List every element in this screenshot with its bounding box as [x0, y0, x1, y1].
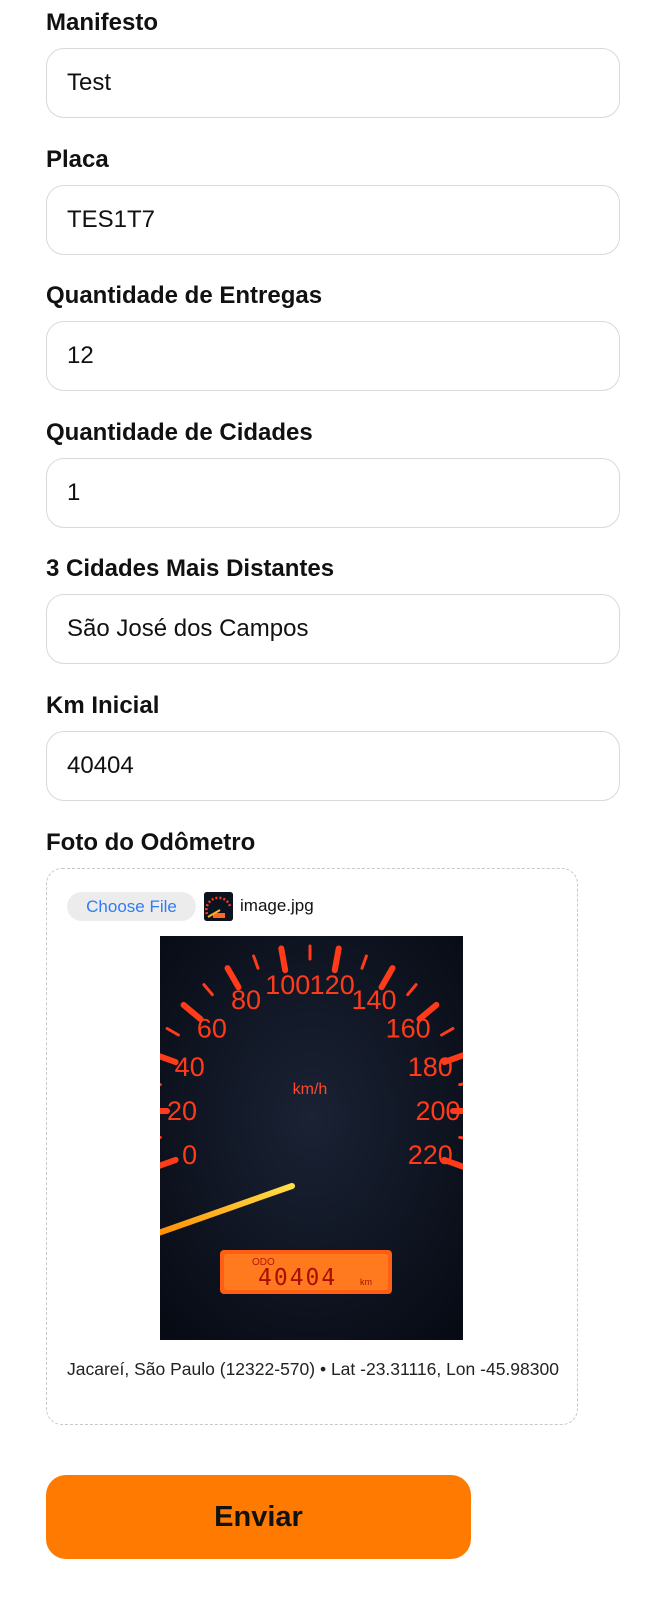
entregas-label: Quantidade de Entregas — [46, 282, 323, 309]
odometer-photo: 0 20 40 60 80 100 120 140 160 180 200 220 km/h ODO … — [160, 936, 463, 1340]
submit-button[interactable]: Enviar — [46, 1475, 471, 1559]
cidades-distantes-label: 3 Cidades Mais Distantes — [46, 555, 335, 582]
speedometer-unit: km/h — [293, 1081, 328, 1098]
manifesto-input[interactable]: Test — [46, 48, 620, 118]
speed-tick-label: 20 — [167, 1096, 197, 1126]
km-inicial-label: Km Inicial — [46, 692, 160, 719]
speed-tick-label: 200 — [415, 1096, 460, 1126]
speed-tick-label: 220 — [408, 1140, 453, 1170]
cidades-distantes-value: São José dos Campos — [67, 615, 309, 642]
entregas-value: 12 — [67, 342, 94, 369]
choose-file-button[interactable]: Choose File — [67, 892, 196, 921]
manifesto-value: Test — [67, 69, 112, 96]
speed-tick-mark — [331, 945, 342, 974]
speed-tick-label: 0 — [182, 1140, 197, 1170]
manifesto-label: Manifesto — [46, 9, 159, 36]
speed-tick-label: 160 — [386, 1014, 431, 1044]
photo-upload-area[interactable]: Choose File image.jpg 0 20 40 60 80 100 … — [46, 868, 578, 1425]
cidades-input[interactable]: 1 — [46, 458, 620, 528]
speed-tick-mark — [278, 945, 289, 974]
speedometer-image: 020406080100 120140160180200220 km/h ODO … — [160, 936, 463, 1340]
file-name: image.jpg — [240, 896, 314, 915]
odometer-reading: 40404 — [258, 1265, 337, 1291]
speed-tick-label: 100 — [265, 970, 310, 1000]
speed-tick-label: 180 — [408, 1052, 453, 1082]
foto-odometro-label: Foto do Odômetro — [46, 829, 256, 856]
speed-tick-label: 60 — [197, 1014, 227, 1044]
placa-input[interactable]: TES1T7 — [46, 185, 620, 255]
odo-unit: km — [360, 1277, 372, 1287]
cidades-label: Quantidade de Cidades — [46, 419, 313, 446]
km-inicial-input[interactable]: 40404 — [46, 731, 620, 801]
speed-tick-label: 40 — [175, 1052, 205, 1082]
file-thumbnail-icon — [204, 892, 233, 921]
cidades-value: 1 — [67, 479, 81, 506]
km-inicial-value: 40404 — [67, 752, 134, 779]
speed-tick-label: 80 — [231, 985, 261, 1015]
entregas-input[interactable]: 12 — [46, 321, 620, 391]
photo-location-text: Jacareí, São Paulo (12322-570) • Lat -23… — [67, 1359, 559, 1379]
speed-tick-label: 140 — [351, 985, 396, 1015]
cidades-distantes-input[interactable]: São José dos Campos — [46, 594, 620, 664]
manifest-form: Manifesto Test Placa TES1T7 Quantidade d… — [0, 0, 668, 1600]
placa-value: TES1T7 — [67, 206, 156, 233]
placa-label: Placa — [46, 146, 109, 173]
speed-tick-label: 120 — [310, 970, 355, 1000]
